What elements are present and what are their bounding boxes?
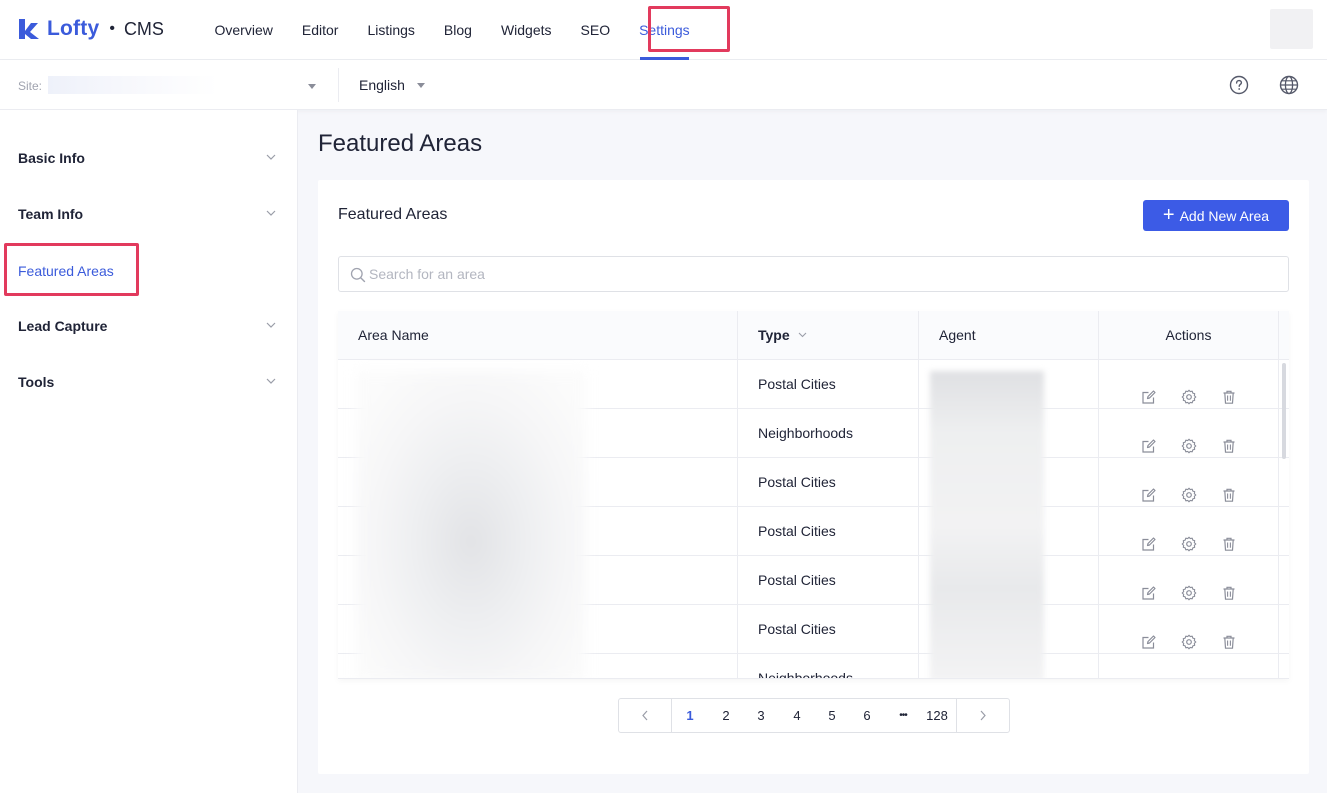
nav-blog[interactable]: Blog — [429, 0, 486, 60]
cell-actions — [1099, 605, 1279, 653]
sidebar-item-team-info[interactable]: Team Info — [18, 206, 83, 222]
help-icon[interactable] — [1229, 75, 1249, 95]
chevron-down-icon[interactable] — [266, 154, 276, 160]
search-field[interactable] — [338, 256, 1289, 292]
page-1[interactable]: 1 — [679, 699, 701, 732]
sort-chevron-icon[interactable] — [798, 332, 807, 338]
prev-page-icon[interactable] — [619, 699, 671, 732]
gear-icon[interactable] — [1181, 670, 1197, 678]
cell-type: Postal Cities — [738, 360, 919, 408]
cell-type: Postal Cities — [738, 605, 919, 653]
cell-actions — [1099, 409, 1279, 457]
settings-highlight-box — [648, 6, 730, 52]
page-3[interactable]: 3 — [750, 699, 772, 732]
main-nav: Overview Editor Listings Blog Widgets SE… — [200, 0, 704, 60]
cell-type: Postal Cities — [738, 458, 919, 506]
edit-icon[interactable] — [1141, 670, 1157, 678]
sidebar-item-lead-capture[interactable]: Lead Capture — [18, 318, 107, 334]
globe-icon[interactable] — [1279, 75, 1299, 95]
trash-icon[interactable] — [1221, 670, 1237, 678]
language-selector[interactable]: English — [359, 77, 405, 93]
nav-widgets[interactable]: Widgets — [486, 0, 566, 60]
page-4[interactable]: 4 — [786, 699, 808, 732]
gear-icon[interactable] — [1181, 621, 1197, 650]
page-last[interactable]: 128 — [922, 699, 952, 732]
gear-icon[interactable] — [1181, 523, 1197, 552]
col-agent: Agent — [919, 311, 1099, 360]
col-type-label: Type — [758, 327, 790, 343]
trash-icon[interactable] — [1221, 621, 1237, 649]
featured-areas-table: Area Name Type Agent Actions Postal Citi… — [338, 311, 1289, 679]
brand-name: Lofty — [47, 17, 100, 40]
trash-icon[interactable] — [1221, 523, 1237, 551]
chevron-down-icon[interactable] — [266, 322, 276, 328]
edit-icon[interactable] — [1141, 621, 1157, 649]
col-type[interactable]: Type — [738, 311, 919, 360]
site-selector[interactable] — [48, 76, 218, 94]
chevron-down-icon[interactable] — [266, 378, 276, 384]
redacted-agents — [930, 371, 1044, 678]
edit-icon[interactable] — [1141, 523, 1157, 551]
pager-ellipsis[interactable]: ••• — [891, 699, 915, 732]
pagination: 1 2 3 4 5 6 ••• 128 — [618, 698, 1010, 733]
toolbar-divider — [338, 68, 339, 102]
search-icon — [350, 267, 366, 283]
edit-icon[interactable] — [1141, 425, 1157, 453]
card-title: Featured Areas — [338, 206, 448, 223]
search-input[interactable] — [369, 257, 1269, 291]
logo[interactable]: Lofty • CMS — [17, 16, 164, 42]
page-5[interactable]: 5 — [821, 699, 843, 732]
nav-seo[interactable]: SEO — [566, 0, 625, 60]
edit-icon[interactable] — [1141, 572, 1157, 600]
featured-areas-highlight-box — [4, 243, 139, 296]
gear-icon[interactable] — [1181, 572, 1197, 601]
gear-icon[interactable] — [1181, 474, 1197, 503]
col-actions: Actions — [1099, 311, 1279, 360]
cell-type: Postal Cities — [738, 507, 919, 555]
pager-divider — [671, 699, 672, 732]
edit-icon[interactable] — [1141, 376, 1157, 404]
lofty-logo-icon — [19, 19, 39, 39]
trash-icon[interactable] — [1221, 425, 1237, 453]
cell-actions — [1099, 556, 1279, 604]
sidebar-item-basic-info[interactable]: Basic Info — [18, 150, 85, 166]
cell-actions — [1099, 360, 1279, 408]
trash-icon[interactable] — [1221, 474, 1237, 502]
cell-type: Neighborhoods — [738, 409, 919, 457]
page-title: Featured Areas — [318, 130, 483, 157]
trash-icon[interactable] — [1221, 572, 1237, 600]
avatar[interactable] — [1270, 9, 1313, 49]
trash-icon[interactable] — [1221, 376, 1237, 404]
page-6[interactable]: 6 — [856, 699, 878, 732]
cell-actions — [1099, 507, 1279, 555]
cell-type: Neighborhoods — [738, 654, 919, 678]
add-new-area-button[interactable]: + Add New Area — [1143, 200, 1289, 231]
next-page-icon[interactable] — [957, 699, 1009, 732]
chevron-down-icon[interactable] — [266, 210, 276, 216]
add-new-area-label: Add New Area — [1179, 207, 1270, 224]
col-area-name: Area Name — [338, 311, 738, 360]
page-2[interactable]: 2 — [715, 699, 737, 732]
site-dropdown-caret-icon[interactable] — [308, 84, 316, 89]
gear-icon[interactable] — [1181, 425, 1197, 454]
gear-icon[interactable] — [1181, 376, 1197, 405]
cell-type: Postal Cities — [738, 556, 919, 604]
nav-overview[interactable]: Overview — [200, 0, 287, 60]
cell-actions — [1099, 458, 1279, 506]
edit-icon[interactable] — [1141, 474, 1157, 502]
site-toolbar: Site: — [0, 60, 1327, 110]
table-header: Area Name Type Agent Actions — [338, 311, 1289, 360]
nav-listings[interactable]: Listings — [353, 0, 429, 60]
product-name: CMS — [123, 18, 164, 39]
sidebar-item-tools[interactable]: Tools — [18, 374, 54, 390]
brand-separator: • — [109, 20, 115, 37]
nav-editor[interactable]: Editor — [287, 0, 353, 60]
cell-actions — [1099, 654, 1279, 678]
language-caret-icon[interactable] — [417, 83, 425, 88]
table-scrollbar[interactable] — [1282, 363, 1286, 459]
plus-icon: + — [1162, 203, 1175, 226]
site-label: Site: — [18, 79, 43, 93]
redacted-area-names — [356, 371, 586, 678]
